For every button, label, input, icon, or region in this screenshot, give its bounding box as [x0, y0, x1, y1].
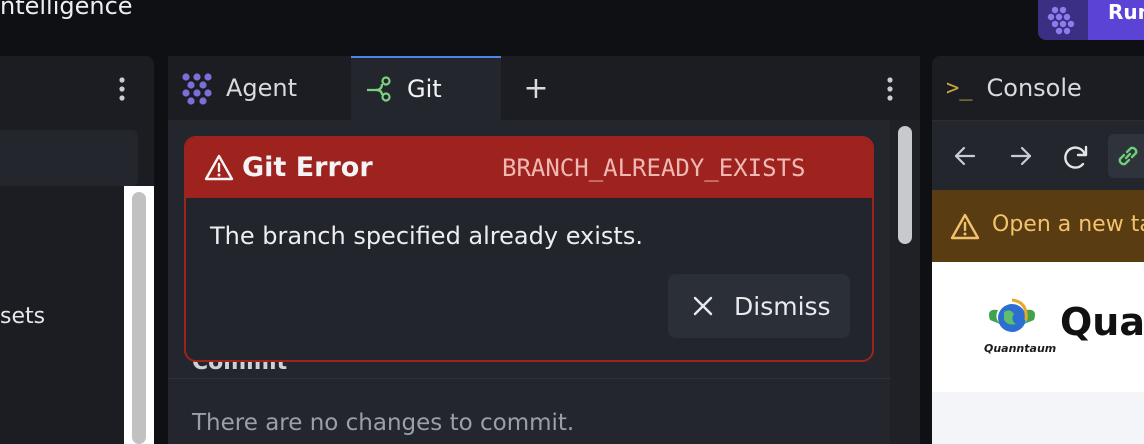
warning-icon [204, 154, 234, 186]
tab-agent[interactable]: Agent [168, 56, 351, 120]
run-button[interactable]: Run [1088, 0, 1144, 40]
tab-git-label: Git [407, 75, 442, 103]
error-title: Git Error [242, 152, 373, 183]
site-logo [984, 296, 1040, 346]
error-message: The branch specified already exists. [210, 222, 643, 250]
back-icon [954, 146, 976, 166]
kebab-icon [119, 77, 125, 101]
agent-icon [182, 73, 212, 105]
left-search-input[interactable] [0, 130, 138, 186]
web-preview: Quanntaum Quanntaum [932, 262, 1144, 444]
open-new-tab-link[interactable]: Open a new tab [992, 212, 1144, 237]
git-panel-scrollbar[interactable] [890, 120, 920, 444]
warning-icon [950, 213, 980, 245]
agent-icon [1047, 6, 1075, 35]
left-scrollbar[interactable] [124, 186, 154, 444]
left-panel-menu-button[interactable] [112, 74, 132, 108]
top-bar: ntelligence Run [0, 0, 1144, 56]
commit-empty-message: There are no changes to commit. [192, 410, 575, 436]
kebab-icon [887, 77, 893, 101]
error-header: Git Error BRANCH_ALREADY_EXISTS [186, 138, 872, 198]
dismiss-label: Dismiss [734, 291, 831, 321]
web-body [932, 392, 1144, 444]
forward-icon [1010, 146, 1032, 166]
terminal-icon: >_ [946, 75, 973, 101]
git-branch-icon [367, 76, 391, 102]
git-panel-scrollbar-thumb[interactable] [898, 126, 912, 244]
git-error-dialog: Git Error BRANCH_ALREADY_EXISTS The bran… [184, 136, 874, 362]
reload-icon [1064, 145, 1088, 169]
dismiss-button[interactable]: Dismiss [668, 274, 850, 338]
warning-banner: Open a new tab [932, 190, 1144, 262]
tab-console[interactable]: >_ Console [932, 56, 1144, 120]
reload-button[interactable] [1062, 143, 1090, 175]
left-list-item[interactable]: sets [0, 304, 45, 329]
add-tab-button[interactable]: + [516, 56, 556, 120]
web-header: Quanntaum Quanntaum [932, 262, 1144, 393]
git-panel-menu-button[interactable] [880, 74, 900, 108]
browser-toolbar [932, 120, 1144, 191]
site-logo-text: Quanntaum [984, 342, 1057, 355]
tab-git[interactable]: Git [351, 56, 501, 120]
link-button[interactable] [1108, 134, 1144, 178]
left-panel: sets [0, 56, 154, 444]
back-button[interactable] [952, 143, 978, 173]
tab-console-label: Console [986, 74, 1082, 102]
site-name: Quanntaum [1060, 300, 1144, 344]
app-title: ntelligence [0, 0, 133, 20]
link-icon [1118, 146, 1138, 166]
app-logo-button[interactable] [1038, 0, 1088, 40]
divider [168, 378, 890, 379]
tab-bar: Agent Git + [168, 56, 920, 121]
left-scrollbar-thumb[interactable] [132, 192, 146, 444]
forward-button[interactable] [1008, 143, 1034, 173]
close-icon [693, 296, 713, 316]
error-code: BRANCH_ALREADY_EXISTS [502, 154, 806, 182]
tab-agent-label: Agent [226, 74, 298, 102]
console-panel: >_ Console Open a new t Quanntaum Qua [932, 56, 1144, 444]
